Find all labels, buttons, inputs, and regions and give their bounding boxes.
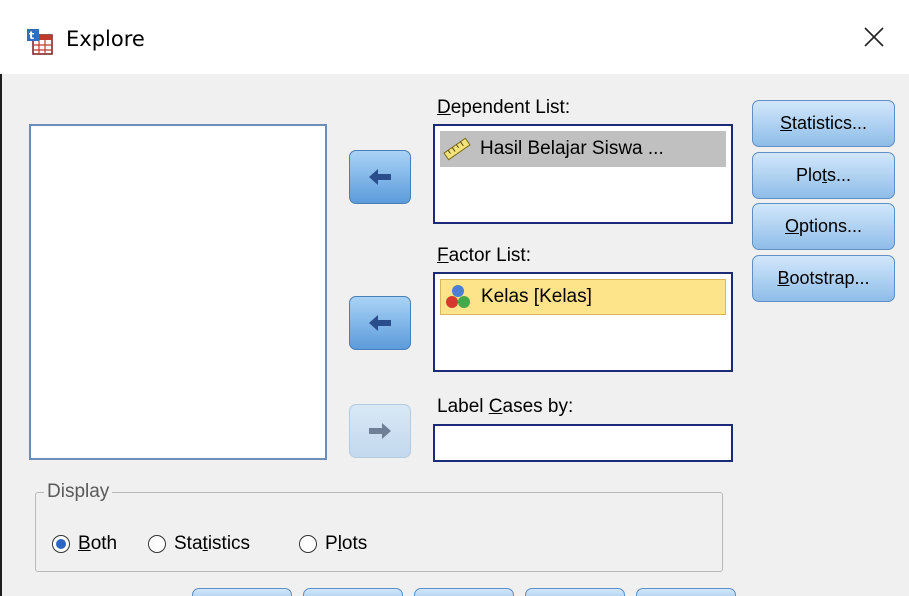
plots-button[interactable]: Plo t s... bbox=[752, 152, 895, 199]
radio-selected-icon bbox=[52, 535, 70, 553]
statistics-button[interactable]: Statistics... bbox=[752, 100, 895, 147]
arrow-right-icon bbox=[369, 423, 391, 439]
radio-plots-label: Plots bbox=[325, 533, 368, 554]
move-to-dependent-button[interactable] bbox=[349, 150, 411, 204]
dependent-list[interactable]: Hasil Belajar Siswa ... bbox=[433, 124, 733, 224]
options-button[interactable]: Options... bbox=[752, 203, 895, 250]
move-to-factor-button[interactable] bbox=[349, 296, 411, 350]
radio-statistics-label: Statistics bbox=[174, 533, 251, 554]
nominal-variable-icon bbox=[441, 280, 475, 314]
ruler-scale-icon bbox=[440, 132, 474, 166]
paste-button[interactable] bbox=[303, 588, 403, 596]
help-button[interactable] bbox=[636, 588, 736, 596]
factor-variable-name: Kelas [Kelas] bbox=[481, 286, 592, 307]
bootstrap-button[interactable]: Bootstrap... bbox=[752, 255, 895, 302]
dependent-list-label: Dependent List: bbox=[437, 97, 571, 118]
explore-dialog: t Explore Dependent List: Hasil Belajar … bbox=[0, 0, 909, 596]
source-variable-list[interactable] bbox=[29, 124, 327, 460]
radio-unselected-icon bbox=[299, 535, 317, 553]
radio-both-label: Both bbox=[78, 533, 118, 554]
radio-statistics[interactable]: Statistics bbox=[148, 533, 250, 555]
ok-button[interactable] bbox=[192, 588, 292, 596]
close-button[interactable] bbox=[839, 0, 909, 74]
radio-both[interactable]: Both bbox=[52, 533, 117, 555]
label-cases-label: Label Cases by: bbox=[437, 396, 574, 417]
spss-table-icon: t bbox=[27, 29, 53, 55]
title-bar: t Explore bbox=[0, 0, 909, 74]
list-item[interactable]: Kelas [Kelas] bbox=[440, 279, 726, 315]
move-to-label-cases-button[interactable] bbox=[349, 404, 411, 458]
reset-button[interactable] bbox=[414, 588, 514, 596]
svg-text:t: t bbox=[29, 29, 34, 42]
display-group-title: Display bbox=[44, 481, 113, 503]
window-title: Explore bbox=[66, 27, 145, 51]
close-icon bbox=[864, 27, 884, 47]
radio-unselected-icon bbox=[148, 535, 166, 553]
factor-list[interactable]: Kelas [Kelas] bbox=[433, 272, 733, 372]
list-item[interactable]: Hasil Belajar Siswa ... bbox=[440, 131, 726, 167]
factor-list-label: Factor List: bbox=[437, 245, 531, 266]
cancel-button[interactable] bbox=[525, 588, 625, 596]
label-cases-field[interactable] bbox=[433, 424, 733, 462]
radio-plots[interactable]: Plots bbox=[299, 533, 367, 555]
display-group bbox=[35, 492, 723, 572]
arrow-left-icon bbox=[369, 169, 391, 185]
arrow-left-icon bbox=[369, 315, 391, 331]
dependent-variable-name: Hasil Belajar Siswa ... bbox=[480, 138, 664, 159]
